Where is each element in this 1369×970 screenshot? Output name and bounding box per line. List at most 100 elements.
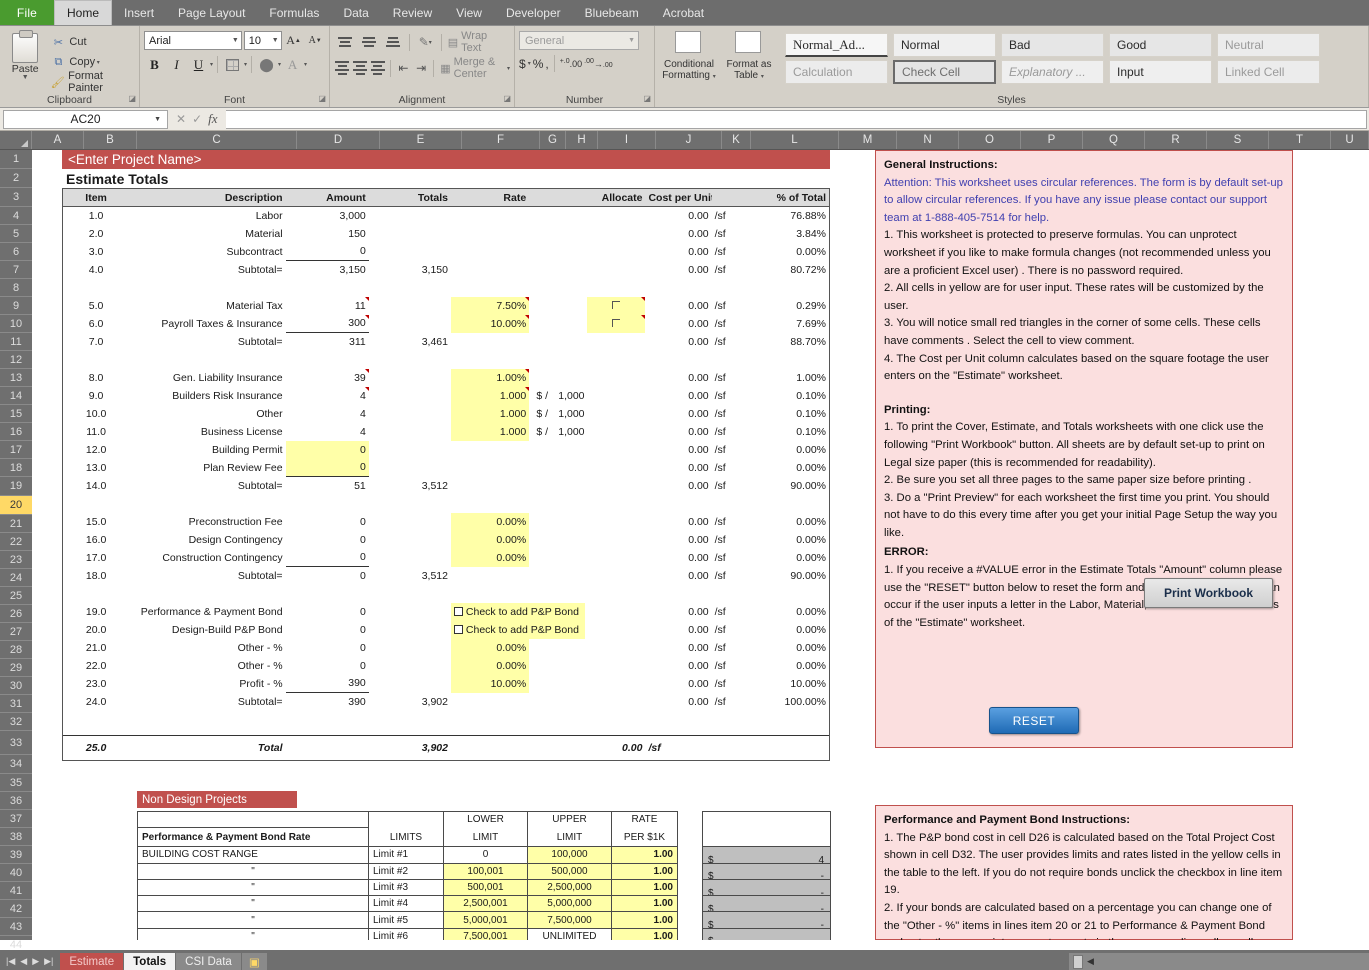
bond-upper-limit[interactable]: 100,000 [528,847,612,863]
table-row[interactable]: 3.0Subcontract00.00/sf0.00% [63,243,829,261]
row-header-23[interactable]: 23 [0,551,32,569]
cell-amount[interactable]: 4 [286,423,369,441]
ribbon-tab-review[interactable]: Review [381,0,444,25]
cut-button[interactable]: ✂ Cut [50,33,135,51]
cell-rate[interactable] [451,693,529,711]
number-format-combo[interactable]: General ▼ [519,31,639,50]
checkbox-icon[interactable] [612,319,620,327]
bond-lower-limit[interactable]: 5,000,001 [444,912,528,928]
table-row[interactable]: 1.0Labor3,0000.00/sf76.88% [63,207,829,225]
row-header-14[interactable]: 14 [0,387,32,405]
print-workbook-button[interactable]: Print Workbook [1144,578,1273,608]
bond-lower-limit[interactable]: 2,500,001 [444,896,528,912]
col-header-C[interactable]: C [137,131,297,149]
cell-rate[interactable]: 0.00% [451,657,529,675]
table-row[interactable]: BUILDING COST RANGELimit #10100,0001.00$… [138,847,831,863]
last-sheet-icon[interactable]: ▶| [44,956,53,967]
style-normal[interactable]: Normal [893,33,996,57]
row-header-7[interactable]: 7 [0,261,32,279]
row-header-17[interactable]: 17 [0,441,32,459]
row-header-21[interactable]: 21 [0,515,32,533]
ribbon-tab-page-layout[interactable]: Page Layout [166,0,257,25]
cell-amount[interactable]: 51 [286,477,369,495]
row-header-37[interactable]: 37 [0,810,32,828]
checkbox-icon[interactable] [454,625,463,634]
cancel-formula-icon[interactable]: ✕ [176,112,186,126]
cell-rate[interactable]: 1.00% [451,369,529,387]
table-row[interactable]: 13.0Plan Review Fee00.00/sf0.00% [63,459,829,477]
table-row[interactable]: 5.0Material Tax117.50%0.00/sf0.29% [63,297,829,315]
cell-amount[interactable]: 3,150 [286,261,369,279]
percent-button[interactable]: % [533,57,544,71]
bond-lower-limit[interactable]: 100,001 [444,863,528,879]
row-header-2[interactable]: 2 [0,169,32,188]
cell-rate[interactable] [451,351,529,369]
fill-color-button[interactable]: ⬤ [256,54,277,75]
cell-rate[interactable]: 1.000 [451,405,529,423]
bond-upper-limit[interactable]: 5,000,000 [528,896,612,912]
style-input[interactable]: Input [1109,60,1212,84]
style-good[interactable]: Good [1109,33,1212,57]
ribbon-tab-developer[interactable]: Developer [494,0,573,25]
row-header-10[interactable]: 10 [0,315,32,333]
cell-amount[interactable]: 0 [286,441,369,459]
copy-button[interactable]: ⧉ Copy ▾ [50,53,135,71]
col-header-B[interactable]: B [84,131,137,149]
cell-amount[interactable]: 39 [286,369,369,387]
cell-amount[interactable]: 0 [286,603,369,621]
font-color-button[interactable]: A [282,54,303,75]
row-header-32[interactable]: 32 [0,713,32,731]
row-header-5[interactable]: 5 [0,225,32,243]
cell-rate[interactable]: 0.00% [451,513,529,531]
cell-rate[interactable] [451,261,529,279]
bond-upper-limit[interactable]: 7,500,000 [528,912,612,928]
cell-amount[interactable] [286,351,369,369]
table-row[interactable]: "Limit #67,500,001UNLIMITED1.00$- [138,928,831,940]
underline-button[interactable]: U [188,54,209,75]
insert-function-icon[interactable]: fx [208,111,217,127]
conditional-formatting-button[interactable]: Conditional Formatting ▾ [659,29,719,83]
style-check-cell[interactable]: Check Cell [893,60,996,84]
row-header-42[interactable]: 42 [0,900,32,918]
horizontal-scrollbar[interactable]: ◀ [1069,953,1369,970]
bond-rate[interactable]: 1.00 [612,879,678,895]
cell-rate[interactable] [451,441,529,459]
cell-rate[interactable]: Check to add P&P Bond [451,603,587,621]
prev-sheet-icon[interactable]: ◀ [20,956,27,967]
row-header-25[interactable]: 25 [0,587,32,605]
col-header-S[interactable]: S [1207,131,1269,149]
row-header-39[interactable]: 39 [0,846,32,864]
bond-upper-limit[interactable]: UNLIMITED [528,928,612,940]
merge-center-button[interactable]: ▦ Merge & Center ▾ [438,58,510,78]
table-row[interactable]: 16.0Design Contingency00.00%0.00/sf0.00% [63,531,829,549]
italic-button[interactable]: I [166,54,187,75]
table-row[interactable]: 6.0Payroll Taxes & Insurance30010.00%0.0… [63,315,829,333]
row-header-16[interactable]: 16 [0,423,32,441]
ribbon-tab-data[interactable]: Data [331,0,380,25]
ribbon-tab-view[interactable]: View [444,0,494,25]
cell-amount[interactable]: 0 [286,639,369,657]
comma-style-button[interactable]: , [545,57,548,71]
cell-rate[interactable] [451,585,529,603]
table-row[interactable]: 10.0Other41.000$ /1,0000.00/sf0.10% [63,405,829,423]
cell-allocate[interactable] [587,315,645,333]
bond-upper-limit[interactable]: 2,500,000 [528,879,612,895]
table-row[interactable]: 8.0Gen. Liability Insurance391.00%0.00/s… [63,369,829,387]
row-header-4[interactable]: 4 [0,207,32,225]
ribbon-tab-file[interactable]: File [0,0,54,25]
cell-amount[interactable]: 311 [286,333,369,351]
row-header-1[interactable]: 1 [0,150,32,169]
cell-rate[interactable] [451,207,529,225]
col-header-E[interactable]: E [380,131,462,149]
row-header-27[interactable]: 27 [0,623,32,641]
cell-rate[interactable]: 10.00% [451,315,529,333]
cell-amount[interactable]: 0 [286,549,369,567]
table-row[interactable]: 19.0Performance & Payment Bond0 Check to… [63,603,829,621]
scrollbar-thumb[interactable] [1073,955,1083,969]
cell-amount[interactable]: 0 [286,459,369,477]
cell-rate[interactable]: 0.00% [451,549,529,567]
table-row[interactable]: "Limit #42,500,0015,000,0001.00$- [138,896,831,912]
table-row[interactable]: 4.0Subtotal=3,1503,1500.00/sf80.72% [63,261,829,279]
first-sheet-icon[interactable]: |◀ [6,956,15,967]
row-header-43[interactable]: 43 [0,918,32,936]
